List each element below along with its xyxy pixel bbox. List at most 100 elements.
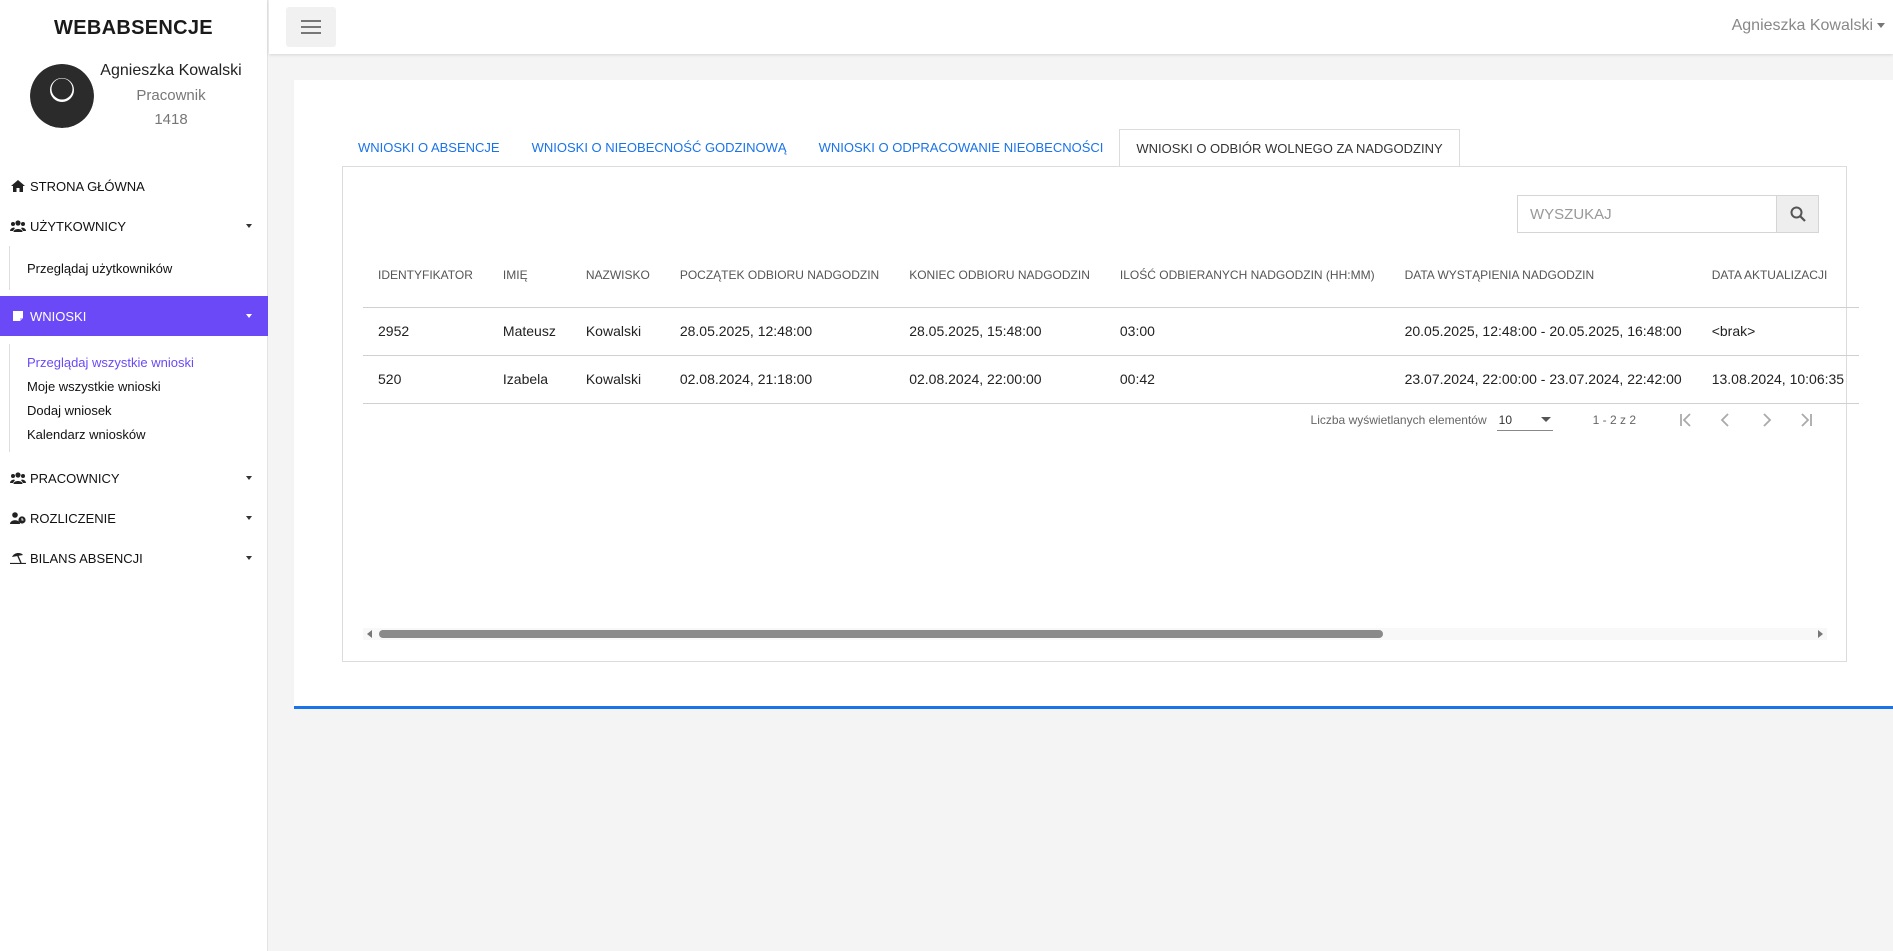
chevron-down-icon: [246, 224, 252, 228]
tab-bar: WNIOSKI O ABSENCJE WNIOSKI O NIEOBECNOŚĆ…: [342, 128, 1460, 167]
next-page-button[interactable]: [1746, 408, 1786, 432]
cell-koniec: 28.05.2025, 15:48:00: [894, 307, 1105, 356]
topbar: Agnieszka Kowalski: [269, 0, 1893, 54]
sidebar-item-bilans-absencji[interactable]: BILANS ABSENCJI: [0, 538, 268, 578]
chevron-left-icon: [1720, 413, 1729, 427]
column-header-data-wystapienia[interactable]: DATA WYSTĄPIENIA NADGODZIN: [1389, 243, 1697, 308]
table-row[interactable]: 2952 Mateusz Kowalski 28.05.2025, 12:48:…: [363, 307, 1860, 356]
chevron-down-icon: [246, 314, 252, 318]
menu-toggle-button[interactable]: [286, 7, 336, 47]
paginator: Liczba wyświetlanych elementów 10 1 - 2 …: [1311, 408, 1826, 432]
submenu-item-kalendarz-wnioskow[interactable]: Kalendarz wniosków: [27, 422, 268, 446]
sidebar-item-label: PRACOWNICY: [30, 470, 120, 486]
scroll-left-icon[interactable]: [367, 630, 372, 638]
column-header-imie[interactable]: IMIĘ: [487, 243, 571, 308]
first-page-icon: [1680, 413, 1691, 427]
cell-imie: Izabela: [487, 355, 571, 404]
sidebar-item-rozliczenie[interactable]: ROZLICZENIE: [0, 498, 268, 538]
home-icon: [10, 178, 26, 194]
scroll-right-icon[interactable]: [1818, 630, 1823, 638]
data-table-wrapper: IDENTYFIKATOR IMIĘ NAZWISKO POCZĄTEK ODB…: [363, 243, 1860, 404]
column-header-poczatek[interactable]: POCZĄTEK ODBIORU NADGODZIN: [664, 243, 895, 308]
last-page-button[interactable]: [1786, 408, 1826, 432]
page-size-select[interactable]: 10: [1496, 409, 1553, 431]
search-icon: [1790, 206, 1806, 222]
cell-nazwisko: Kowalski: [570, 355, 665, 404]
cell-ilosc: 03:00: [1104, 307, 1390, 356]
sidebar-item-label: STRONA GŁÓWNA: [30, 178, 145, 194]
column-header-ilosc[interactable]: ILOŚĆ ODBIERANYCH NADGODZIN (HH:MM): [1104, 243, 1390, 308]
sidebar-item-label: ROZLICZENIE: [30, 510, 116, 526]
content-card: WNIOSKI O ABSENCJE WNIOSKI O NIEOBECNOŚĆ…: [294, 80, 1893, 709]
page-size-label: Liczba wyświetlanych elementów: [1310, 413, 1487, 427]
sidebar-item-uzytkownicy[interactable]: UŻYTKOWNICY: [0, 206, 268, 246]
cell-imie: Mateusz: [487, 307, 571, 356]
cell-ilosc: 00:42: [1104, 355, 1390, 404]
tab-panel: IDENTYFIKATOR IMIĘ NAZWISKO POCZĄTEK ODB…: [342, 166, 1860, 662]
cell-koniec: 02.08.2024, 22:00:00: [894, 355, 1105, 404]
tab-wnioski-o-odpracowanie-nieobecnosci[interactable]: WNIOSKI O ODPRACOWANIE NIEOBECNOŚCI: [803, 128, 1120, 166]
submenu-uzytkownicy: Przeglądaj użytkowników: [9, 246, 268, 290]
users-icon: [10, 470, 26, 486]
submenu-item-moje-wszystkie-wnioski[interactable]: Moje wszystkie wnioski: [27, 374, 268, 398]
table-header-row: IDENTYFIKATOR IMIĘ NAZWISKO POCZĄTEK ODB…: [363, 243, 1860, 308]
users-icon: [10, 218, 26, 234]
profile-name: Agnieszka Kowalski: [100, 62, 242, 79]
chevron-down-icon: [246, 516, 252, 520]
profile-role: Pracownik: [136, 87, 206, 104]
requests-table: IDENTYFIKATOR IMIĘ NAZWISKO POCZĄTEK ODB…: [363, 243, 1860, 404]
previous-page-button[interactable]: [1706, 408, 1746, 432]
sidebar-item-label: BILANS ABSENCJI: [30, 550, 143, 566]
tab-wnioski-o-absencje[interactable]: WNIOSKI O ABSENCJE: [342, 128, 516, 166]
note-icon: [10, 308, 26, 324]
chevron-down-icon: [246, 556, 252, 560]
column-header-koniec[interactable]: KONIEC ODBIORU NADGODZIN: [894, 243, 1105, 308]
user-menu[interactable]: Agnieszka Kowalski: [1732, 17, 1893, 35]
cell-nazwisko: Kowalski: [570, 307, 665, 356]
avatar-icon: [30, 64, 94, 128]
user-menu-name: Agnieszka Kowalski: [1731, 17, 1873, 34]
cell-data-aktualizacji: <brak>: [1696, 307, 1860, 356]
column-header-identyfikator[interactable]: IDENTYFIKATOR: [363, 243, 488, 308]
search-input[interactable]: [1518, 196, 1776, 232]
cell-data-aktualizacji: 13.08.2024, 10:06:35: [1696, 355, 1860, 404]
chevron-right-icon: [1763, 413, 1772, 427]
app-brand: WEBABSENCJE: [54, 16, 213, 39]
sidebar-item-label: UŻYTKOWNICY: [30, 218, 127, 234]
submenu-wnioski: Przeglądaj wszystkie wnioski Moje wszyst…: [9, 344, 268, 452]
cell-poczatek: 28.05.2025, 12:48:00: [664, 307, 895, 356]
first-page-button[interactable]: [1666, 408, 1706, 432]
table-row[interactable]: 520 Izabela Kowalski 02.08.2024, 21:18:0…: [363, 355, 1860, 404]
umbrella-beach-icon: [10, 550, 26, 566]
tab-wnioski-o-nieobecnosc-godzinowa[interactable]: WNIOSKI O NIEOBECNOŚĆ GODZINOWĄ: [516, 128, 803, 166]
chevron-down-icon: [1877, 23, 1885, 29]
search-box: [1517, 195, 1819, 233]
sidebar-item-wnioski[interactable]: WNIOSKI: [0, 296, 268, 336]
user-clock-icon: [10, 510, 26, 526]
hamburger-icon: [301, 20, 321, 34]
tab-wnioski-o-odbior-wolnego[interactable]: WNIOSKI O ODBIÓR WOLNEGO ZA NADGODZINY: [1119, 129, 1460, 167]
scrollbar-thumb[interactable]: [379, 630, 1383, 638]
column-header-data-aktualizacji[interactable]: DATA AKTUALIZACJI: [1696, 243, 1860, 308]
profile-id: 1418: [154, 111, 188, 128]
sidebar-item-pracownicy[interactable]: PRACOWNICY: [0, 458, 268, 498]
cell-identyfikator: 520: [363, 355, 488, 404]
submenu-item-dodaj-wniosek[interactable]: Dodaj wniosek: [27, 398, 268, 422]
cell-data-wystapienia: 20.05.2025, 12:48:00 - 20.05.2025, 16:48…: [1389, 307, 1697, 356]
dropdown-arrow-icon: [1540, 417, 1551, 422]
cell-data-wystapienia: 23.07.2024, 22:00:00 - 23.07.2024, 22:42…: [1389, 355, 1697, 404]
search-button[interactable]: [1776, 196, 1818, 232]
sidebar-item-strona-glowna[interactable]: STRONA GŁÓWNA: [0, 166, 268, 206]
user-profile: Agnieszka Kowalski Pracownik 1418: [0, 56, 267, 136]
cell-poczatek: 02.08.2024, 21:18:00: [664, 355, 895, 404]
submenu-item-przegladaj-wszystkie-wnioski[interactable]: Przeglądaj wszystkie wnioski: [27, 350, 268, 374]
cell-identyfikator: 2952: [363, 307, 488, 356]
page-size-value: 10: [1498, 412, 1512, 427]
page-range-label: 1 - 2 z 2: [1592, 413, 1636, 427]
horizontal-scrollbar[interactable]: [363, 628, 1827, 640]
submenu-item-przegladaj-uzytkownikow[interactable]: Przeglądaj użytkowników: [27, 256, 268, 280]
column-header-nazwisko[interactable]: NAZWISKO: [570, 243, 665, 308]
sidebar-item-label: WNIOSKI: [30, 308, 87, 324]
sidebar-nav: STRONA GŁÓWNA UŻYTKOWNICY Przeglądaj uży…: [0, 166, 268, 578]
last-page-icon: [1801, 413, 1812, 427]
